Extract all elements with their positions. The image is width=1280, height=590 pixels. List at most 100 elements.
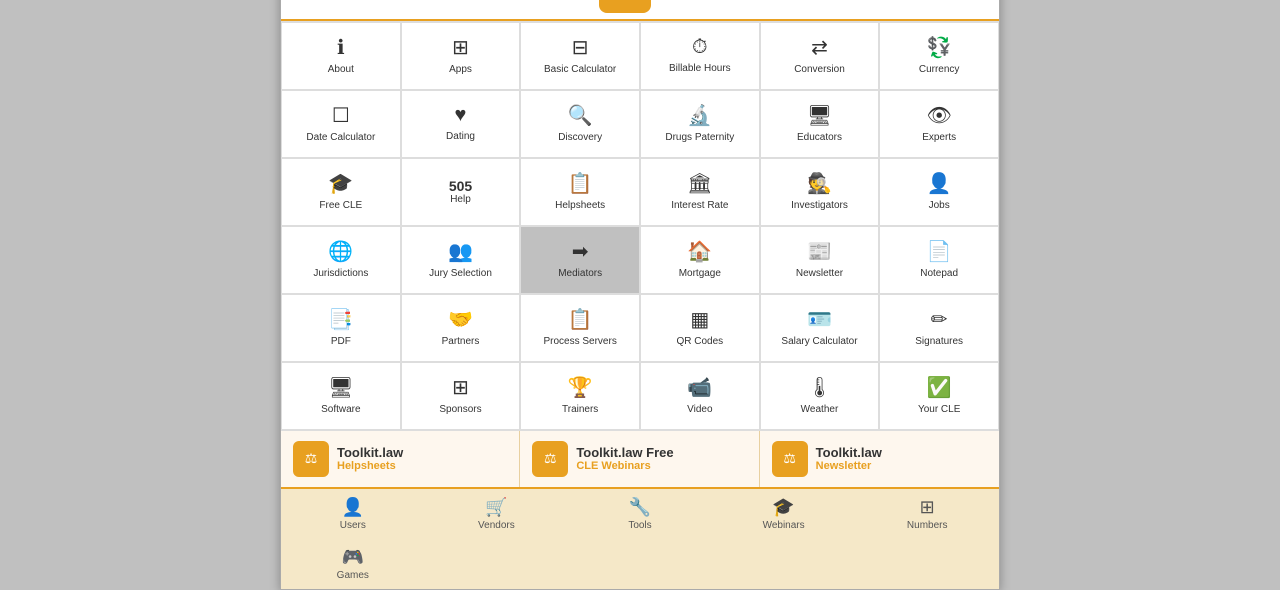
grid-item-free-cle[interactable]: 🎓 Free CLE (281, 158, 401, 226)
grid-item-investigators[interactable]: 🕵 Investigators (760, 158, 880, 226)
grid-item-salary-calculator[interactable]: 🪪 Salary Calculator (760, 294, 880, 362)
promo-cle-promo[interactable]: ⚖ Toolkit.law Free CLE Webinars (520, 431, 759, 487)
grid-item-about[interactable]: ℹ About (281, 22, 401, 90)
grid-item-interest-rate[interactable]: 🏛 Interest Rate (640, 158, 760, 226)
promo-text: Toolkit.law Free CLE Webinars (576, 445, 673, 472)
grid-item-process-servers[interactable]: 📋 Process Servers (520, 294, 640, 362)
bottom-nav-webinars[interactable]: 🎓 Webinars (712, 489, 856, 539)
grid-item-video[interactable]: 📹 Video (640, 362, 760, 430)
grid-item-label: Trainers (562, 404, 598, 416)
grid-item-label: Investigators (791, 200, 848, 212)
grid-item-discovery[interactable]: 🔍 Discovery (520, 90, 640, 158)
bottom-nav-label: Webinars (763, 520, 805, 531)
grid-item-label: Basic Calculator (544, 64, 616, 76)
logo-icon: ⚖ (599, 0, 651, 13)
grid-item-jurisdictions[interactable]: 🌐 Jurisdictions (281, 226, 401, 294)
numbers-icon: ⊞ (920, 497, 935, 518)
promo-sub: Helpsheets (337, 460, 403, 472)
bottom-nav-label: Numbers (907, 520, 948, 531)
signatures-icon: ✏ (931, 307, 948, 332)
header: ⚖ ⚙ (281, 0, 999, 21)
grid-item-apps[interactable]: ⊞ Apps (401, 22, 521, 90)
grid-item-date-calculator[interactable]: ☐ Date Calculator (281, 90, 401, 158)
promo-name: Toolkit.law (816, 445, 882, 460)
promo-sub: CLE Webinars (576, 460, 673, 472)
partners-icon: 🤝 (448, 307, 473, 332)
grid-item-conversion[interactable]: ⇄ Conversion (760, 22, 880, 90)
grid-item-label: Salary Calculator (781, 336, 857, 348)
grid-item-label: Partners (442, 336, 480, 348)
interest-rate-icon: 🏛 (687, 171, 712, 196)
free-cle-icon: 🎓 (328, 171, 353, 196)
grid-item-your-cle[interactable]: ✅ Your CLE (879, 362, 999, 430)
bottom-nav-vendors[interactable]: 🛒 Vendors (425, 489, 569, 539)
grid-item-mortgage[interactable]: 🏠 Mortgage (640, 226, 760, 294)
grid-item-jobs[interactable]: 👤 Jobs (879, 158, 999, 226)
mediators-icon: ➡ (572, 239, 589, 264)
grid-item-mediators[interactable]: ➡ Mediators (520, 226, 640, 294)
grid-item-label: Jobs (929, 200, 950, 212)
grid-item-billable-hours[interactable]: ⏱ Billable Hours (640, 22, 760, 90)
bottom-nav-tools[interactable]: 🔧 Tools (568, 489, 712, 539)
sponsors-icon: ⊞ (452, 375, 469, 400)
grid-item-label: Mediators (558, 268, 602, 280)
promo-logo: ⚖ (532, 441, 568, 477)
dating-icon: ♥ (455, 104, 467, 127)
grid-item-label: Drugs Paternity (665, 132, 734, 144)
process-servers-icon: 📋 (568, 307, 593, 332)
grid-item-label: Helpsheets (555, 200, 605, 212)
grid-item-qr-codes[interactable]: ▦ QR Codes (640, 294, 760, 362)
grid-item-experts[interactable]: 👁 Experts (879, 90, 999, 158)
grid-item-label: Jury Selection (429, 268, 492, 280)
grid-item-label: About (328, 64, 354, 76)
promo-sub: Newsletter (816, 460, 882, 472)
bottom-nav-label: Users (340, 520, 366, 531)
bottom-nav-numbers[interactable]: ⊞ Numbers (855, 489, 999, 539)
bottom-nav-label: Games (337, 570, 369, 581)
grid-item-label: Signatures (915, 336, 963, 348)
games-icon: 🎮 (342, 547, 364, 568)
grid-item-label: Help (450, 194, 471, 206)
grid-item-jury-selection[interactable]: 👥 Jury Selection (401, 226, 521, 294)
grid-item-currency[interactable]: 💱 Currency (879, 22, 999, 90)
grid-item-pdf[interactable]: 📑 PDF (281, 294, 401, 362)
grid-item-label: Mortgage (679, 268, 721, 280)
grid-item-partners[interactable]: 🤝 Partners (401, 294, 521, 362)
grid-item-signatures[interactable]: ✏ Signatures (879, 294, 999, 362)
grid-item-label: Educators (797, 132, 842, 144)
grid-item-label: Billable Hours (669, 63, 731, 75)
grid-item-software[interactable]: 🖥 Software (281, 362, 401, 430)
users-icon: 👤 (342, 497, 364, 518)
discovery-icon: 🔍 (568, 103, 593, 128)
promo-newsletter-promo[interactable]: ⚖ Toolkit.law Newsletter (760, 431, 999, 487)
grid-item-weather[interactable]: 🌡 Weather (760, 362, 880, 430)
grid-item-label: Date Calculator (306, 132, 375, 144)
grid-item-basic-calculator[interactable]: ⊟ Basic Calculator (520, 22, 640, 90)
grid-item-label: Video (687, 404, 712, 416)
bottom-nav-users[interactable]: 👤 Users (281, 489, 425, 539)
billable-hours-icon: ⏱ (692, 36, 708, 59)
salary-calculator-icon: 🪪 (807, 307, 832, 332)
grid-item-label: Experts (922, 132, 956, 144)
promo-helpsheets-promo[interactable]: ⚖ Toolkit.law Helpsheets (281, 431, 520, 487)
grid-item-label: Conversion (794, 64, 845, 76)
newsletter-icon: 📰 (807, 239, 832, 264)
grid-item-help[interactable]: 505 Help (401, 158, 521, 226)
tools-icon: 🔧 (629, 497, 651, 518)
grid-item-label: Currency (919, 64, 960, 76)
grid-item-helpsheets[interactable]: 📋 Helpsheets (520, 158, 640, 226)
promo-bar: ⚖ Toolkit.law Helpsheets ⚖ Toolkit.law F… (281, 430, 999, 487)
grid-item-newsletter[interactable]: 📰 Newsletter (760, 226, 880, 294)
trainers-icon: 🏆 (568, 375, 593, 400)
promo-name: Toolkit.law (337, 445, 403, 460)
grid-item-educators[interactable]: 🖥 Educators (760, 90, 880, 158)
grid-item-dating[interactable]: ♥ Dating (401, 90, 521, 158)
bottom-nav-games[interactable]: 🎮 Games (281, 539, 425, 589)
grid-item-notepad[interactable]: 📄 Notepad (879, 226, 999, 294)
help-icon: 505 (449, 178, 472, 194)
grid-item-trainers[interactable]: 🏆 Trainers (520, 362, 640, 430)
grid-item-label: PDF (331, 336, 351, 348)
grid-item-sponsors[interactable]: ⊞ Sponsors (401, 362, 521, 430)
grid-item-drugs-paternity[interactable]: 🔬 Drugs Paternity (640, 90, 760, 158)
grid-item-label: Process Servers (543, 336, 616, 348)
